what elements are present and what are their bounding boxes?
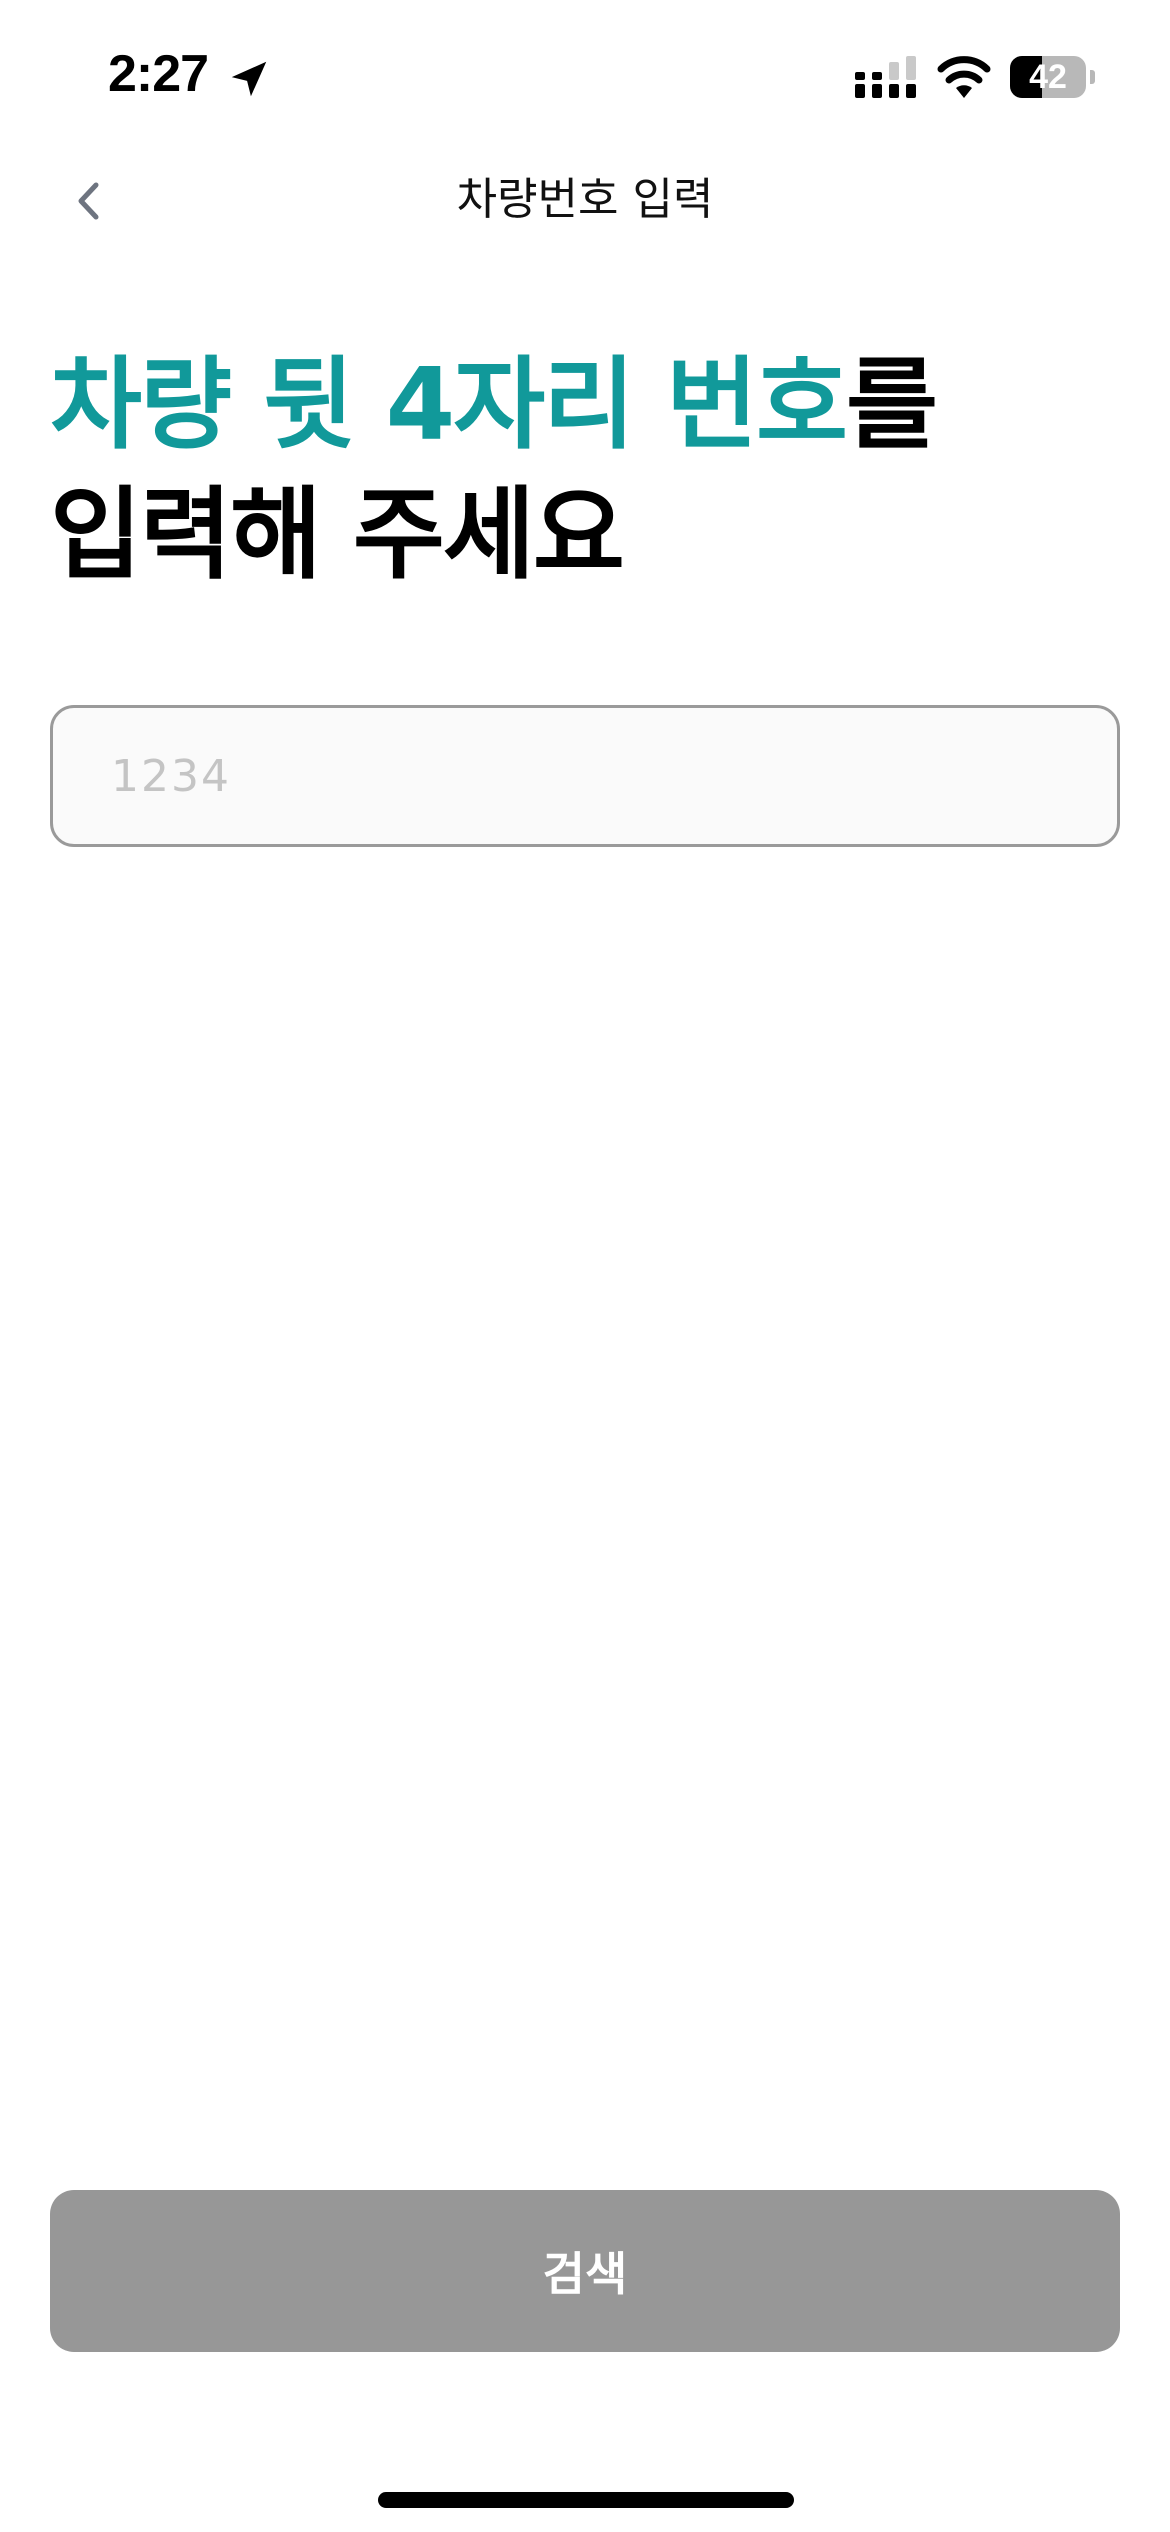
battery-body: 42 [1010,56,1086,98]
home-indicator[interactable] [378,2492,794,2508]
location-arrow-icon [231,61,267,97]
back-button[interactable] [54,166,124,236]
nav-bar: 차량번호 입력 [0,150,1170,250]
chevron-left-icon [78,182,99,220]
search-button[interactable]: 검색 [50,2190,1120,2352]
status-time: 2:27 [108,45,209,103]
plate-number-input[interactable] [50,705,1120,847]
cellular-signal-icon [855,56,916,98]
battery-tip [1090,70,1095,84]
battery-level: 42 [1029,58,1067,96]
page-title: 차량번호 입력 [456,174,714,225]
heading-line2: 입력해 주세요 [50,476,625,593]
heading-accent-text: 차량 뒷 4자리 번호 [50,346,848,463]
screen: 2:27 42 차량번호 입력 차량 뒷 4자리 번호를 입력해 주세요 123… [0,0,1170,2532]
status-bar: 2:27 42 [0,0,1170,150]
wifi-icon [937,56,991,98]
battery-icon: 42 [1010,56,1095,98]
instruction-heading: 차량 뒷 4자리 번호를 입력해 주세요 [50,340,1120,600]
heading-line1-rest: 를 [846,346,938,463]
